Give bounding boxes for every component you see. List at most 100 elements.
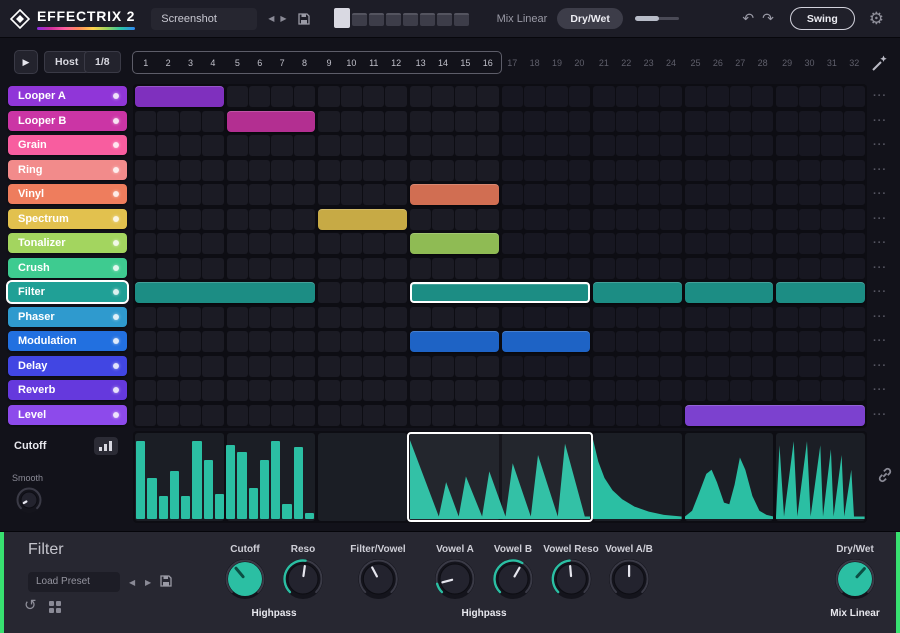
automation-bar[interactable]: [304, 513, 315, 519]
grid-cell[interactable]: [593, 184, 615, 205]
knob-control-cutoff[interactable]: [224, 558, 266, 600]
grid-cell[interactable]: [271, 208, 293, 230]
grid-cell[interactable]: [593, 355, 615, 377]
grid-cell[interactable]: [409, 257, 432, 279]
grid-cell[interactable]: [523, 208, 546, 230]
grid-cell[interactable]: [501, 184, 523, 205]
track-pill-spectrum[interactable]: Spectrum: [8, 208, 127, 229]
grid-cell[interactable]: [409, 355, 432, 377]
grid-cell[interactable]: [615, 380, 637, 401]
grid-cell[interactable]: [249, 135, 271, 156]
grid-cell[interactable]: [707, 184, 729, 205]
knob-filter-vowel[interactable]: Filter/Vowel: [350, 544, 406, 600]
grid-cell[interactable]: [249, 159, 271, 181]
grid-cell[interactable]: [593, 233, 615, 254]
grid-cell[interactable]: [501, 135, 523, 156]
grid-cell[interactable]: [363, 110, 385, 132]
grid-cell[interactable]: [546, 86, 568, 107]
grid-cell[interactable]: [340, 135, 363, 156]
grid-cell[interactable]: [776, 306, 798, 328]
grid-cell[interactable]: [660, 404, 682, 426]
automation-selected-region[interactable]: [406, 432, 594, 522]
automation-bar[interactable]: [147, 478, 157, 519]
grid-cell[interactable]: [432, 208, 454, 230]
grid-cell[interactable]: [776, 159, 798, 181]
automation-bar[interactable]: [259, 459, 270, 519]
grid-cell[interactable]: [432, 110, 454, 132]
track-enable-dot[interactable]: [113, 191, 119, 197]
grid-cell[interactable]: [477, 355, 499, 377]
grid-cell[interactable]: [568, 404, 591, 426]
knob-control-filter-vowel[interactable]: [357, 558, 399, 600]
grid-cell[interactable]: [660, 380, 682, 401]
grid-cell[interactable]: [363, 86, 385, 107]
grid-cell[interactable]: [615, 306, 637, 328]
grid-cell[interactable]: [821, 86, 843, 107]
grid-cell[interactable]: [226, 135, 249, 156]
grid-cell[interactable]: [821, 184, 843, 205]
row-menu-button[interactable]: ···: [867, 115, 893, 127]
grid-cell[interactable]: [454, 355, 477, 377]
grid-cell[interactable]: [523, 110, 546, 132]
grid-cell[interactable]: [593, 404, 615, 426]
automation-bar[interactable]: [271, 441, 281, 519]
grid-cell[interactable]: [546, 135, 568, 156]
grid-cell[interactable]: [615, 233, 637, 254]
grid-cell[interactable]: [707, 86, 729, 107]
grid-cell[interactable]: [477, 404, 499, 426]
mix-slider[interactable]: [634, 16, 679, 21]
grid-cell[interactable]: [568, 110, 591, 132]
grid-cell[interactable]: [249, 184, 271, 205]
grid-cell[interactable]: [179, 135, 202, 156]
grid-cell[interactable]: [363, 282, 385, 303]
effect-block-modulation[interactable]: [409, 331, 499, 352]
track-pill-grain[interactable]: Grain: [8, 135, 127, 155]
grid-cell[interactable]: [798, 380, 821, 401]
effect-block-filter[interactable]: [135, 282, 316, 303]
grid-cell[interactable]: [157, 404, 179, 426]
grid-cell[interactable]: [593, 208, 615, 230]
grid-cell[interactable]: [249, 306, 271, 328]
grid-cell[interactable]: [271, 159, 293, 181]
grid-cell[interactable]: [593, 86, 615, 107]
grid-cell[interactable]: [271, 404, 293, 426]
grid-cell[interactable]: [615, 86, 637, 107]
grid-cell[interactable]: [501, 380, 523, 401]
grid-cell[interactable]: [660, 257, 682, 279]
track-enable-dot[interactable]: [113, 411, 119, 418]
grid-cell[interactable]: [293, 159, 316, 181]
grid-cell[interactable]: [751, 355, 774, 377]
grid-cell[interactable]: [179, 306, 202, 328]
grid-cell[interactable]: [593, 110, 615, 132]
grid-cell[interactable]: [202, 184, 224, 205]
undo-button[interactable]: ↶: [738, 10, 758, 27]
grid-cell[interactable]: [135, 404, 157, 426]
grid-cell[interactable]: [615, 208, 637, 230]
grid-cell[interactable]: [546, 355, 568, 377]
grid-cell[interactable]: [179, 355, 202, 377]
track-enable-dot[interactable]: [113, 215, 119, 222]
pattern-slot-1[interactable]: [333, 7, 350, 28]
grid-cell[interactable]: [293, 257, 316, 279]
grid-cell[interactable]: [409, 404, 432, 426]
link-icon-button[interactable]: [876, 466, 894, 484]
grid-cell[interactable]: [179, 110, 202, 132]
grid-cell[interactable]: [179, 208, 202, 230]
track-pill-vinyl[interactable]: Vinyl: [8, 184, 127, 204]
grid-cell[interactable]: [729, 380, 751, 401]
grid-cell[interactable]: [477, 306, 499, 328]
grid-cell[interactable]: [684, 110, 707, 132]
grid-cell[interactable]: [363, 331, 385, 352]
grid-cell[interactable]: [568, 208, 591, 230]
grid-cell[interactable]: [293, 233, 316, 254]
automation-bar[interactable]: [293, 446, 303, 519]
grid-cell[interactable]: [660, 208, 682, 230]
grid-cell[interactable]: [318, 135, 340, 156]
row-menu-button[interactable]: ···: [867, 360, 893, 372]
effect-block-level[interactable]: [684, 404, 865, 426]
grid-cell[interactable]: [363, 355, 385, 377]
grid-cell[interactable]: [798, 355, 821, 377]
grid-cell[interactable]: [385, 135, 407, 156]
track-pill-looper-b[interactable]: Looper B: [8, 110, 127, 131]
grid-cell[interactable]: [501, 306, 523, 328]
